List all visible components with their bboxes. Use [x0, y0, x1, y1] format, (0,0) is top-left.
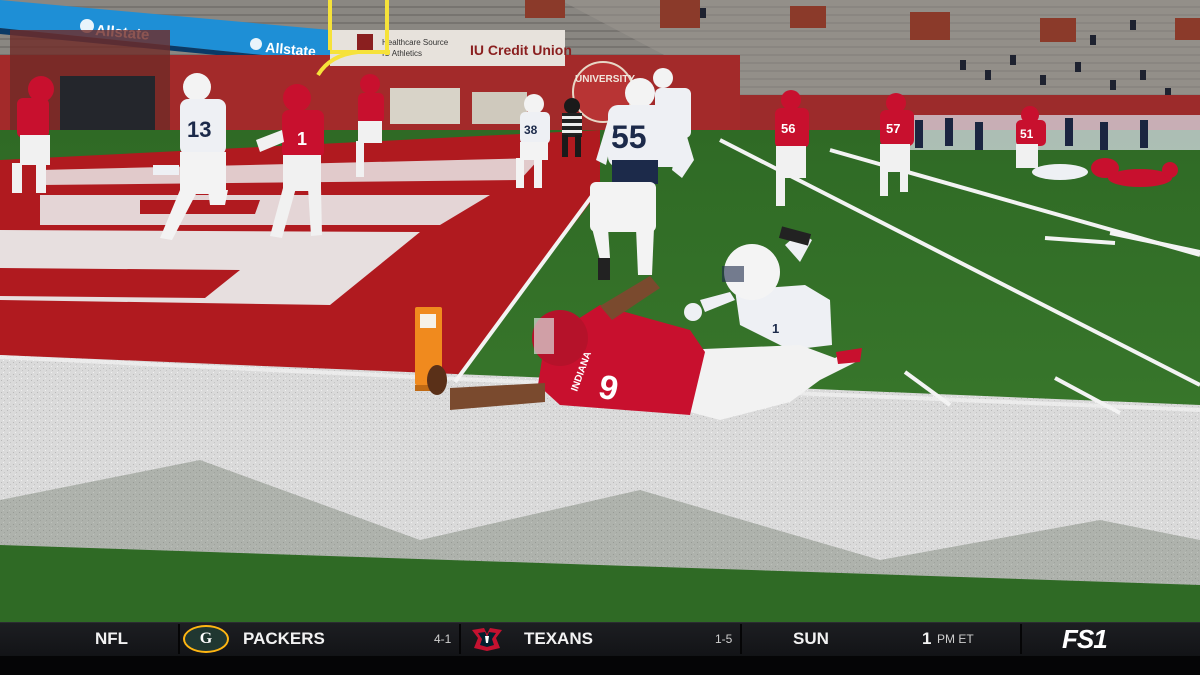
wall-windows — [390, 88, 460, 124]
ticker-team2-name: TEXANS — [524, 629, 593, 648]
ticker-day: SUN — [793, 629, 829, 648]
sideline-players — [900, 115, 1200, 150]
wall-sign-text: IU Credit Union — [470, 42, 572, 58]
ticker-time: 1 — [922, 629, 932, 648]
football — [427, 365, 447, 395]
ticker-divider — [459, 624, 461, 654]
score-ticker: NFL G PACKERS 4-1 TEXANS 1-5 SUN 1 PM ET… — [0, 622, 1200, 675]
ticker-team1-record: 4-1 — [434, 632, 452, 646]
packers-g-logo: G — [183, 625, 229, 653]
jersey-number-57: 57 — [886, 121, 900, 136]
jersey-number-defender: 1 — [772, 321, 779, 336]
jersey-number-51: 51 — [1020, 127, 1034, 141]
ticker-time-suffix: PM ET — [937, 632, 974, 646]
ticker-divider — [740, 624, 742, 654]
ticker-team1-name: PACKERS — [243, 629, 325, 648]
network-logo: FS1 — [1062, 624, 1108, 654]
ticker-divider — [1020, 624, 1022, 654]
broadcast-frame: Allstate Allstate Healthcare Source IU A… — [0, 0, 1200, 675]
ticker-divider — [178, 624, 180, 654]
ticker-league: NFL — [95, 629, 129, 648]
jersey-number-55: 55 — [611, 119, 647, 155]
jersey-number-38: 38 — [524, 123, 538, 137]
jersey-number-56: 56 — [781, 121, 795, 136]
ticker-team2-record: 1-5 — [715, 632, 733, 646]
jersey-number-13: 13 — [187, 117, 211, 142]
football-scene: Allstate Allstate Healthcare Source IU A… — [0, 0, 1200, 622]
wall-logo-text: UNIVERSITY — [575, 74, 635, 85]
ticker-bottom-strip — [0, 656, 1200, 675]
texans-bull-logo — [472, 628, 502, 651]
wall-sign-small: Healthcare Source — [382, 38, 449, 47]
jersey-number-receiver: 1 — [297, 129, 307, 149]
